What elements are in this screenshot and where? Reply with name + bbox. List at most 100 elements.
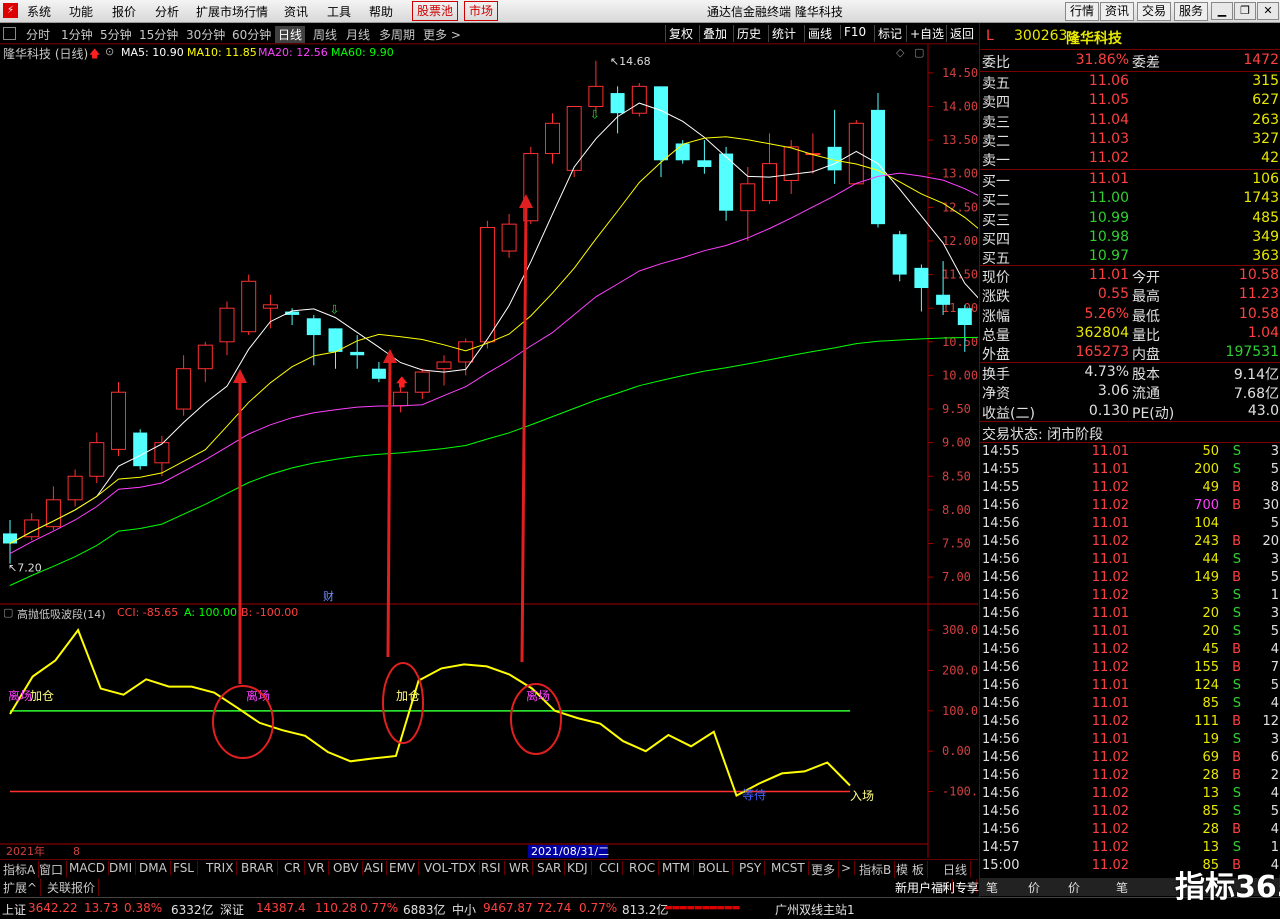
indicator-tab-boll[interactable]: BOLL — [695, 861, 733, 875]
menu-news[interactable]: 资讯 — [284, 3, 308, 20]
tick-row[interactable]: 14:56 11.02 69 B 6 — [980, 750, 1280, 768]
bid-row[interactable]: 买四 10.98 349 — [980, 228, 1280, 248]
btn-fuwu[interactable]: 服务 — [1174, 2, 1209, 21]
stat-row[interactable]: 涨跌 0.55 最高 11.23 — [980, 285, 1280, 305]
menu-market[interactable]: 市场 — [464, 1, 499, 21]
tool-diejia[interactable]: 叠加 — [699, 25, 730, 42]
tick-row[interactable]: 14:56 11.02 149 B 5 — [980, 570, 1280, 588]
tick-row[interactable]: 14:56 11.02 85 S 5 — [980, 804, 1280, 822]
tick-row[interactable]: 14:56 11.01 20 S 3 — [980, 606, 1280, 624]
tick-row[interactable]: 14:56 11.01 20 S 5 — [980, 624, 1280, 642]
tool-mark[interactable]: 标记 — [874, 25, 905, 42]
tick-row[interactable]: 14:56 11.02 28 B 4 — [980, 822, 1280, 840]
indicator-tab-vr[interactable]: VR — [305, 861, 329, 875]
menu-help[interactable]: 帮助 — [369, 3, 393, 20]
indicator-tab-dma[interactable]: DMA — [136, 861, 171, 875]
period-fenshi[interactable]: 分时 — [26, 26, 50, 43]
stat-row[interactable]: 涨幅 5.26% 最低 10.58 — [980, 305, 1280, 325]
ask-row[interactable]: 卖三 11.04 263 — [980, 111, 1280, 131]
restore-icon[interactable]: ❐ — [1234, 2, 1256, 20]
stat-row[interactable]: 现价 11.01 今开 10.58 — [980, 266, 1280, 286]
tool-stats[interactable]: 统计 — [768, 25, 799, 42]
new-user-promo[interactable]: 新用户福利专享 — [895, 879, 979, 896]
indicator-tab-a[interactable]: 指标A — [0, 861, 40, 878]
fundamental-row[interactable]: 收益(二) 0.130 PE(动) 43.0 — [980, 402, 1280, 422]
indicator-tab-sar[interactable]: SAR — [534, 861, 566, 875]
tick-row[interactable]: 14:57 11.02 13 S 1 — [980, 840, 1280, 858]
tool-fuquan[interactable]: 复权 — [665, 25, 696, 42]
bid-row[interactable]: 买五 10.97 363 — [980, 247, 1280, 267]
menu-tools[interactable]: 工具 — [327, 3, 351, 20]
menu-system[interactable]: 系统 — [27, 3, 51, 20]
template-tab[interactable]: 模 板 — [893, 861, 928, 878]
tick-row[interactable]: 14:56 11.01 44 S 3 — [980, 552, 1280, 570]
close-icon[interactable]: ✕ — [1257, 2, 1279, 20]
chart-menu-icon[interactable] — [3, 27, 16, 40]
tick-row[interactable]: 14:56 11.01 124 S 5 — [980, 678, 1280, 696]
indicator-tab-cci[interactable]: CCI — [596, 861, 624, 875]
ask-row[interactable]: 卖二 11.03 327 — [980, 130, 1280, 150]
indicator-tab-[interactable]: > — [838, 861, 856, 875]
tool-f10[interactable]: F10 — [840, 25, 869, 39]
btn-zixun[interactable]: 资讯 — [1100, 2, 1135, 21]
indicator-tab-rsi[interactable]: RSI — [478, 861, 505, 875]
sh-label[interactable]: 上证 — [2, 901, 26, 918]
indicator-tab-[interactable]: 窗口 — [36, 861, 68, 878]
period-5min[interactable]: 5分钟 — [100, 26, 132, 43]
tick-tab[interactable]: 笔 — [1116, 879, 1128, 896]
tick-row[interactable]: 14:55 11.01 50 S 3 — [980, 444, 1280, 462]
tick-row[interactable]: 14:55 11.01 200 S 5 — [980, 462, 1280, 480]
period-daily-tab[interactable]: 日线 — [940, 861, 972, 878]
tick-row[interactable]: 14:56 11.02 243 B 20 — [980, 534, 1280, 552]
tick-row[interactable]: 14:56 11.02 3 S 1 — [980, 588, 1280, 606]
period-monthly[interactable]: 月线 — [346, 26, 370, 43]
menu-ext-market[interactable]: 扩展市场行情 — [196, 3, 268, 20]
stat-row[interactable]: 总量 362804 量比 1.04 — [980, 324, 1280, 344]
indicator-tab-cr[interactable]: CR — [281, 861, 305, 875]
server-name[interactable]: 广州双线主站1 — [775, 901, 855, 918]
tick-tab[interactable]: 价 — [1028, 879, 1040, 896]
indicator-b-tab[interactable]: 指标B — [856, 861, 896, 878]
indicator-tab-mtm[interactable]: MTM — [659, 861, 695, 875]
related-quote-tab[interactable]: 关联报价 — [44, 879, 100, 896]
tick-row[interactable]: 14:56 11.02 13 S 4 — [980, 786, 1280, 804]
period-daily[interactable]: 日线 — [275, 26, 306, 43]
indicator-tab-mcst[interactable]: MCST — [768, 861, 809, 875]
tick-tab[interactable]: 笔 — [986, 879, 998, 896]
indicator-tab-dmi[interactable]: DMI — [106, 861, 137, 875]
indicator-tab-emv[interactable]: EMV — [386, 861, 420, 875]
bid-row[interactable]: 买三 10.99 485 — [980, 209, 1280, 229]
tick-row[interactable]: 14:56 11.01 104 5 — [980, 516, 1280, 534]
menu-stock-pool[interactable]: 股票池 — [412, 1, 459, 21]
period-more[interactable]: 更多 > — [423, 26, 461, 43]
trade-status-row[interactable]: 交易状态: 闭市阶段 — [980, 423, 1280, 443]
indicator-tab-trix[interactable]: TRIX — [203, 861, 238, 875]
sz-label[interactable]: 深证 — [220, 901, 244, 918]
indicator-tab-obv[interactable]: OBV — [330, 861, 363, 875]
stock-header[interactable]: L 300263 隆华科技 — [980, 27, 1280, 47]
tool-history[interactable]: 历史 — [733, 25, 764, 42]
indicator-tab-macd[interactable]: MACD — [66, 861, 109, 875]
btn-hangqing[interactable]: 行情 — [1065, 2, 1100, 21]
ask-row[interactable]: 卖四 11.05 627 — [980, 91, 1280, 111]
ext-expand-tab[interactable]: 扩展^ — [0, 879, 42, 896]
stat-row[interactable]: 外盘 165273 内盘 197531 — [980, 343, 1280, 363]
indicator-tab-voltdx[interactable]: VOL-TDX — [421, 861, 480, 875]
tick-row[interactable]: 14:56 11.02 28 B 2 — [980, 768, 1280, 786]
period-60min[interactable]: 60分钟 — [232, 26, 271, 43]
menu-analysis[interactable]: 分析 — [155, 3, 179, 20]
ask-row[interactable]: 卖一 11.02 42 — [980, 149, 1280, 169]
indicator-tab-wr[interactable]: WR — [506, 861, 534, 875]
bid-row[interactable]: 买二 11.00 1743 — [980, 189, 1280, 209]
indicator-tab-fsl[interactable]: FSL — [170, 861, 198, 875]
tick-row[interactable]: 14:56 11.01 85 S 4 — [980, 696, 1280, 714]
tool-draw[interactable]: 画线 — [804, 25, 835, 42]
tick-row[interactable]: 14:56 11.02 700 B 30 — [980, 498, 1280, 516]
indicator-tab-brar[interactable]: BRAR — [238, 861, 278, 875]
minimize-icon[interactable]: ▁ — [1211, 2, 1233, 20]
zx-label[interactable]: 中小 — [452, 901, 476, 918]
period-weekly[interactable]: 周线 — [313, 26, 337, 43]
tick-row[interactable]: 14:56 11.02 155 B 7 — [980, 660, 1280, 678]
indicator-tab-roc[interactable]: ROC — [626, 861, 660, 875]
tick-tab[interactable]: 价 — [1068, 879, 1080, 896]
